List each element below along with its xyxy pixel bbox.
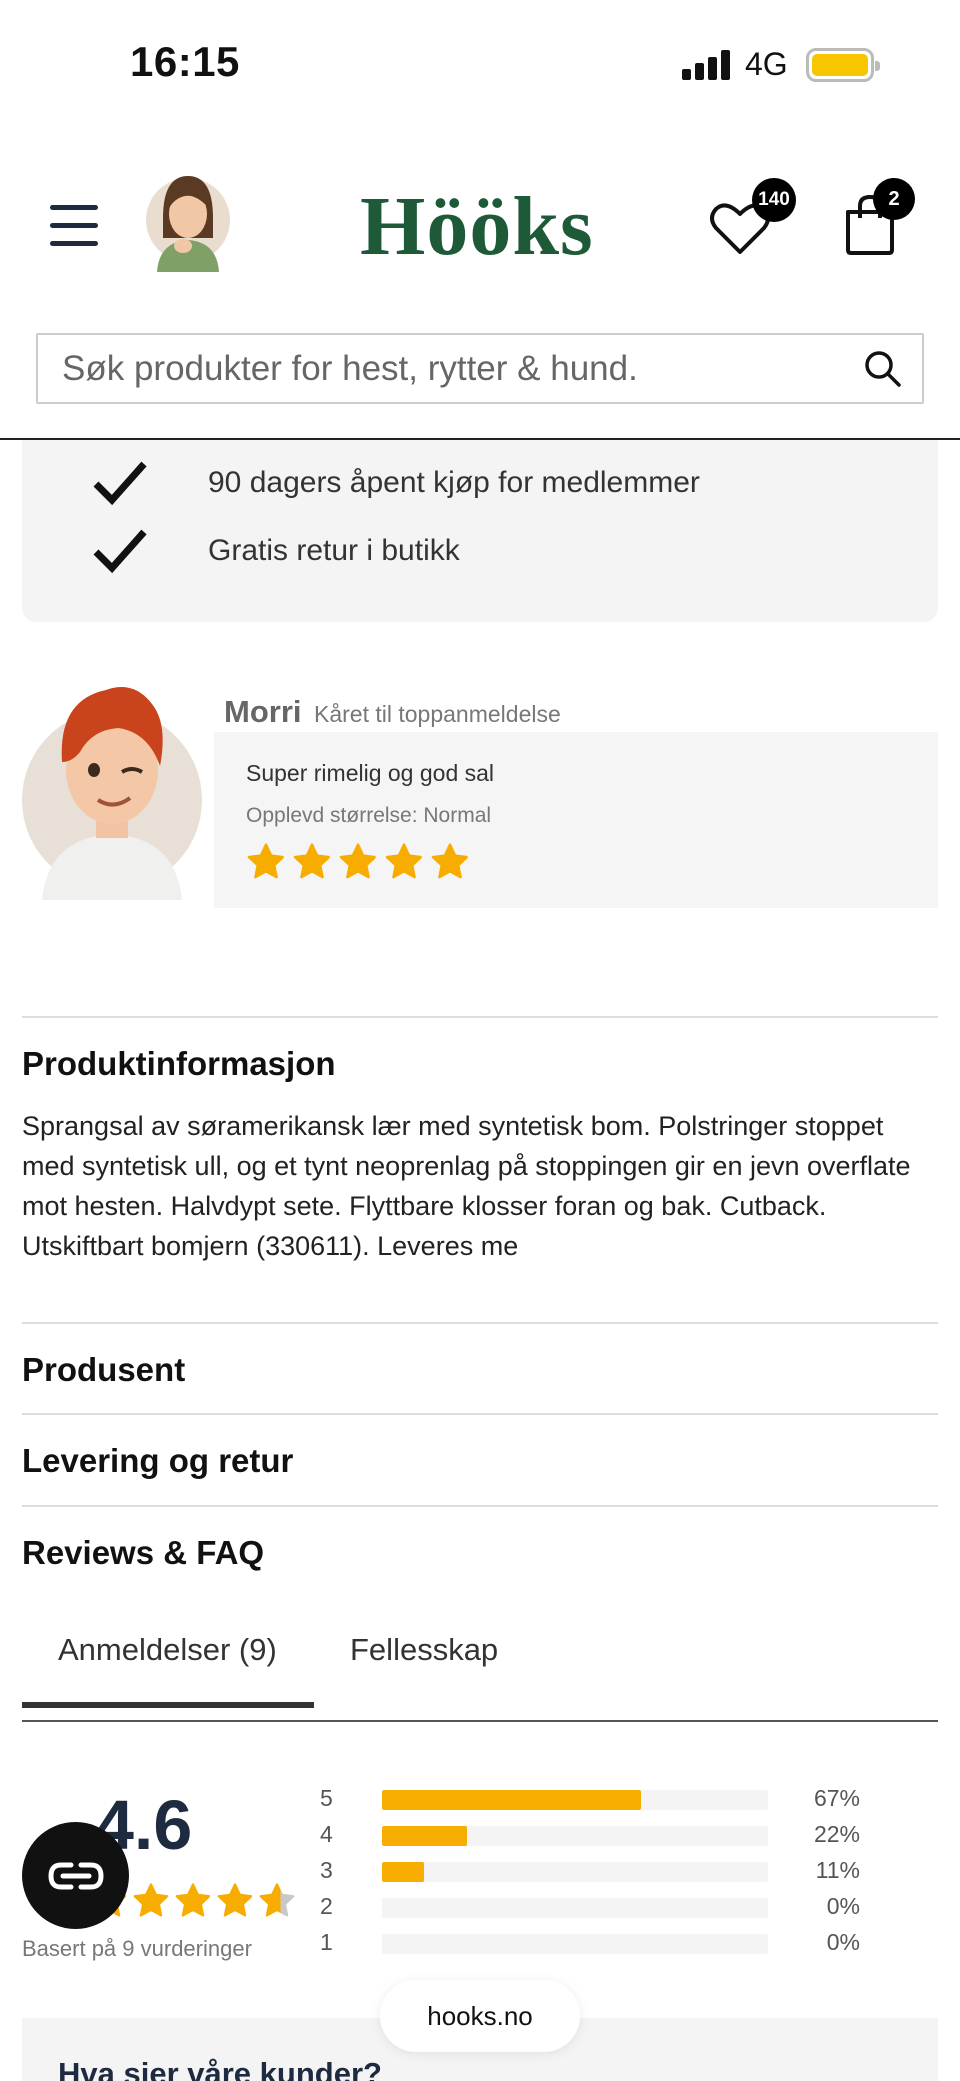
cart-count-badge: 2: [873, 178, 915, 220]
battery-icon: [806, 48, 880, 82]
rating-row-bar: [382, 1826, 768, 1846]
rating-row-bar: [382, 1934, 768, 1954]
section-divider: [22, 1016, 938, 1018]
reviewer-name: Morri: [224, 694, 302, 729]
status-bar: 16:15 4G: [0, 0, 960, 130]
favorites-count-badge: 140: [752, 178, 796, 222]
section-divider: [22, 1322, 938, 1324]
rating-row-bar: [382, 1898, 768, 1918]
section-divider: [22, 1505, 938, 1507]
assistant-avatar[interactable]: [145, 168, 231, 272]
review-title: Super rimelig og god sal: [246, 760, 495, 786]
rating-row-percent: 11%: [815, 1857, 860, 1883]
hamburger-menu-icon[interactable]: [50, 205, 100, 247]
tab-community[interactable]: Fellesskap: [350, 1632, 498, 1668]
rating-row-stars: 3: [320, 1857, 333, 1883]
chat-button[interactable]: [22, 1822, 129, 1929]
review-card[interactable]: Super rimelig og god sal Opplevd størrel…: [214, 732, 938, 908]
delivery-heading[interactable]: Levering og retur: [22, 1442, 293, 1480]
rating-row-bar: [382, 1790, 768, 1810]
customers-heading: Hva sier våre kunder?: [58, 2056, 382, 2081]
network-type: 4G: [745, 46, 788, 82]
star-icon: [259, 1883, 295, 1917]
rating-row-stars: 5: [320, 1785, 333, 1811]
rating-row-stars: 1: [320, 1929, 333, 1955]
star-icon: [431, 843, 469, 879]
active-tab-indicator: [22, 1702, 314, 1708]
tab-reviews[interactable]: Anmeldelser (9): [58, 1632, 277, 1668]
star-icon: [217, 1883, 253, 1917]
rating-row-percent: 22%: [813, 1821, 860, 1847]
perk-label: Gratis retur i butikk: [208, 534, 460, 567]
rating-row: 4 22%: [320, 1821, 920, 1851]
search-bar: [36, 333, 924, 404]
status-time: 16:15: [130, 38, 240, 85]
search-input[interactable]: [38, 335, 838, 402]
reviewer-avatar: [22, 687, 202, 900]
rating-row: 2 0%: [320, 1893, 920, 1923]
site-header: Hööks: [0, 150, 960, 300]
rating-row-stars: 4: [320, 1821, 333, 1847]
star-icon: [175, 1883, 211, 1917]
star-icon: [247, 843, 285, 879]
product-info-heading[interactable]: Produktinformasjon: [22, 1045, 336, 1083]
rating-row-bar: [382, 1862, 768, 1882]
star-icon: [293, 843, 331, 879]
perks-box: 90 dagers åpent kjøp for medlemmer Grati…: [22, 440, 938, 622]
checkmark-icon: [93, 529, 147, 574]
rating-row-bar-fill: [382, 1862, 425, 1882]
product-description: Sprangsal av søramerikansk lær med synte…: [22, 1111, 911, 1261]
rating-row-percent: 0%: [826, 1929, 860, 1955]
star-icon: [385, 843, 423, 879]
hooks-logo[interactable]: Hööks: [360, 178, 594, 275]
rating-row: 3 11%: [320, 1857, 920, 1887]
star-icon: [133, 1883, 169, 1917]
top-review-badge: Kåret til toppanmeldelse: [314, 701, 561, 727]
reviews-faq-heading[interactable]: Reviews & FAQ: [22, 1534, 264, 1572]
search-icon[interactable]: [864, 350, 902, 388]
review-size: Opplevd størrelse: Normal: [246, 804, 492, 827]
rating-row-percent: 67%: [813, 1785, 860, 1811]
tabs-divider: [22, 1720, 938, 1722]
star-icon: [339, 843, 377, 879]
ratings-count: Basert på 9 vurderinger: [22, 1936, 252, 1961]
url-pill[interactable]: hooks.no: [380, 1980, 580, 2052]
rating-row: 1 0%: [320, 1929, 920, 1959]
perk-label: 90 dagers åpent kjøp for medlemmer: [208, 466, 700, 499]
checkmark-icon: [93, 461, 147, 506]
producer-heading[interactable]: Produsent: [22, 1351, 185, 1389]
rating-row-percent: 0%: [826, 1893, 860, 1919]
review-rating-stars: [246, 842, 470, 882]
rating-row-stars: 2: [320, 1893, 333, 1919]
signal-icon: [682, 50, 732, 80]
chat-icon: [47, 1862, 104, 1889]
rating-row-bar-fill: [382, 1826, 467, 1846]
rating-row: 5 67%: [320, 1785, 920, 1815]
section-divider: [22, 1413, 938, 1415]
rating-row-bar-fill: [382, 1790, 641, 1810]
